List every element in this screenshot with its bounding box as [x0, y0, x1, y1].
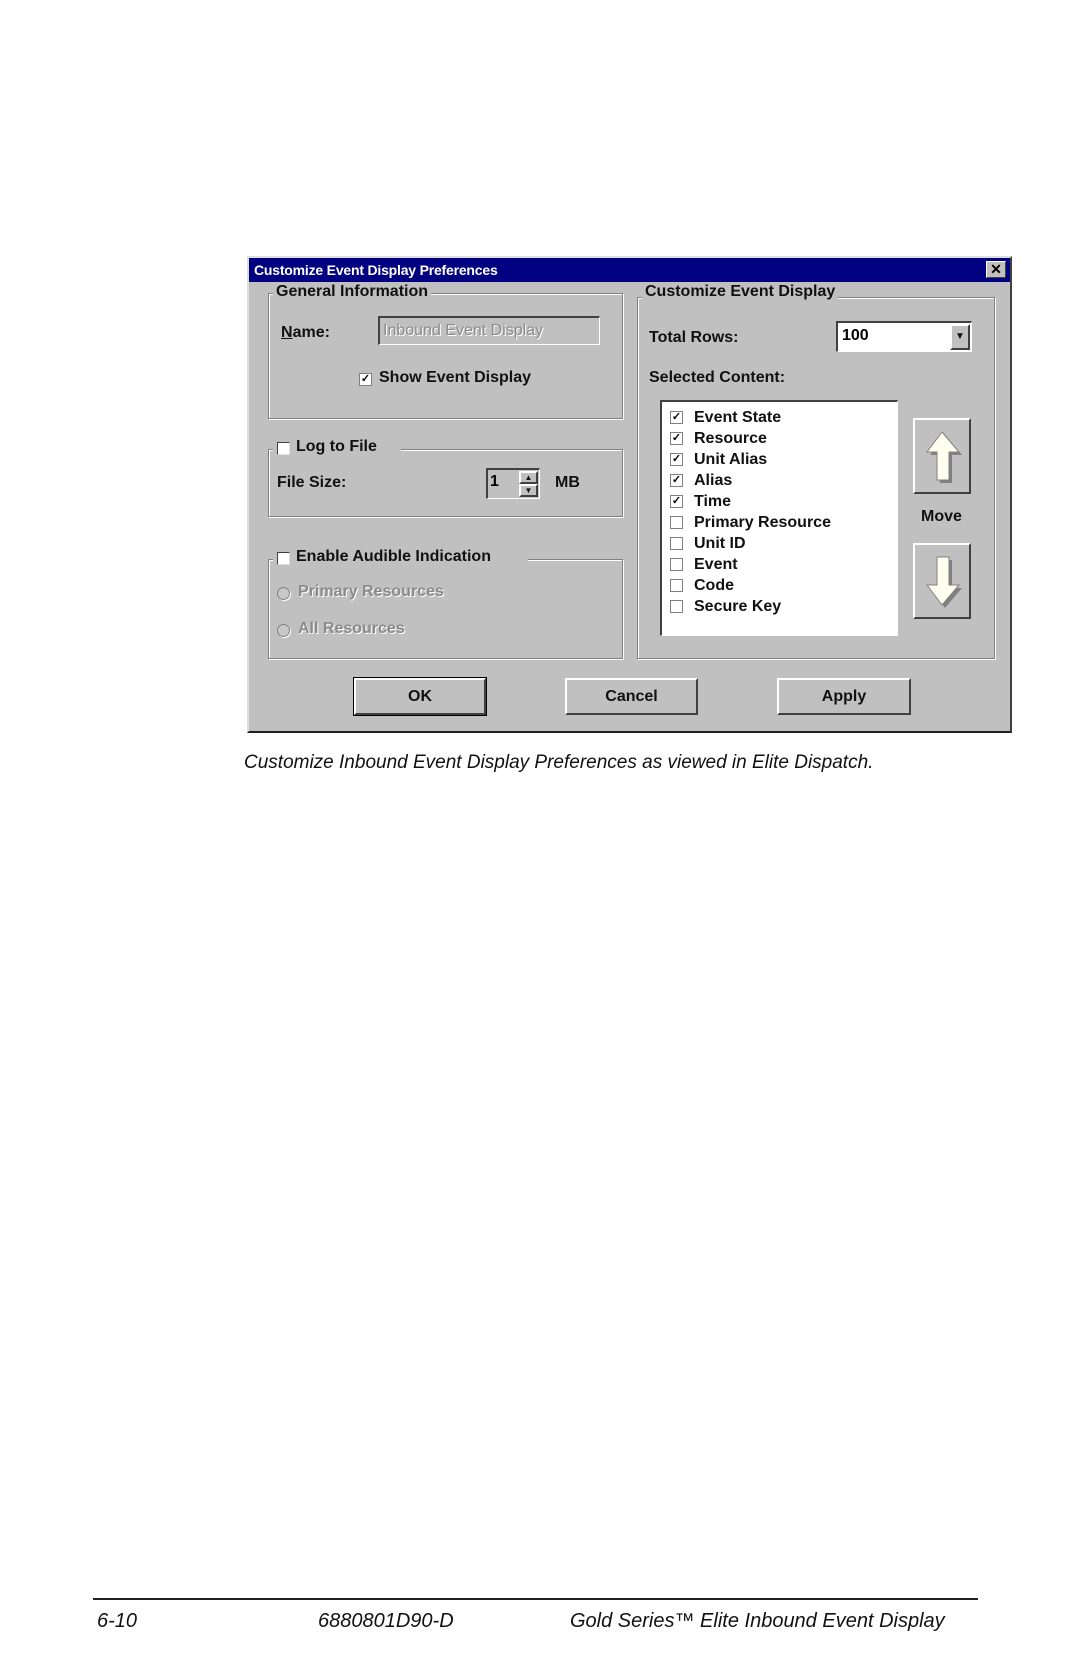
- show-event-display-label: Show Event Display: [379, 369, 532, 386]
- file-size-spinner[interactable]: 1 ▲ ▼: [486, 468, 540, 499]
- selected-content-list[interactable]: ✓ Event State ✓ Resource ✓ Unit Alias ✓ Alias ✓ T…: [660, 400, 898, 636]
- list-item-label: Resource: [694, 430, 767, 447]
- spinner-up-button[interactable]: ▲: [519, 471, 538, 484]
- name-input-value: Inbound Event Display: [383, 322, 544, 339]
- list-item-checkbox[interactable]: ✓: [670, 411, 683, 424]
- log-to-file-label: Log to File: [296, 438, 377, 455]
- arrow-down-icon: [926, 556, 962, 608]
- customize-event-display-legend: Customize Event Display: [642, 283, 839, 301]
- chevron-down-icon: ▼: [955, 331, 965, 342]
- file-size-value: 1: [490, 473, 499, 490]
- apply-button[interactable]: Apply: [777, 678, 911, 715]
- list-item-checkbox[interactable]: ✓: [670, 495, 683, 508]
- name-label: Name:: [281, 324, 330, 341]
- move-up-button[interactable]: [913, 418, 971, 494]
- audible-indication-group: [268, 559, 623, 659]
- close-icon: ✕: [990, 261, 1002, 277]
- list-item-label: Code: [694, 577, 734, 594]
- list-item-label: Event: [694, 556, 738, 573]
- list-item-label: Unit Alias: [694, 451, 768, 468]
- figure-caption: Customize Inbound Event Display Preferen…: [244, 752, 874, 773]
- name-label-rest: ame:: [292, 324, 330, 341]
- enable-audible-indication-label: Enable Audible Indication: [296, 548, 491, 565]
- footer-page-number: 6-10: [97, 1610, 138, 1632]
- primary-resources-label: Primary Resources: [298, 583, 444, 600]
- total-rows-label: Total Rows:: [649, 329, 739, 346]
- move-label: Move: [921, 508, 962, 525]
- footer-doc-number: 6880801D90-D: [318, 1610, 454, 1632]
- list-item-checkbox[interactable]: ✓: [670, 432, 683, 445]
- all-resources-label: All Resources: [298, 620, 405, 637]
- list-item-checkbox[interactable]: ✓: [670, 474, 683, 487]
- list-item-checkbox[interactable]: [670, 600, 683, 613]
- name-input[interactable]: Inbound Event Display: [378, 316, 600, 345]
- title-bar: Customize Event Display Preferences ✕: [249, 258, 1010, 282]
- list-item-checkbox[interactable]: [670, 537, 683, 550]
- ok-button[interactable]: OK: [353, 677, 487, 716]
- show-event-display-checkbox[interactable]: ✓: [359, 373, 372, 386]
- file-size-unit: MB: [555, 474, 580, 491]
- move-down-button[interactable]: [913, 543, 971, 619]
- dialog-title: Customize Event Display Preferences: [254, 262, 498, 278]
- cancel-button[interactable]: Cancel: [565, 678, 698, 715]
- list-item-label: Primary Resource: [694, 514, 831, 531]
- general-information-legend: General Information: [273, 283, 432, 301]
- list-item-checkbox[interactable]: [670, 558, 683, 571]
- list-item-label: Event State: [694, 409, 782, 426]
- spinner-down-button[interactable]: ▼: [519, 484, 538, 497]
- file-size-label: File Size:: [277, 474, 347, 491]
- total-rows-value: 100: [842, 327, 869, 344]
- selected-content-label: Selected Content:: [649, 369, 786, 386]
- total-rows-select[interactable]: 100 ▼: [836, 321, 972, 352]
- footer-divider: [93, 1598, 978, 1600]
- all-resources-radio[interactable]: [277, 624, 290, 637]
- list-item-checkbox[interactable]: [670, 516, 683, 529]
- log-to-file-checkbox[interactable]: [277, 442, 290, 455]
- primary-resources-radio[interactable]: [277, 587, 290, 600]
- close-button[interactable]: ✕: [986, 261, 1006, 278]
- footer-doc-title: Gold Series™ Elite Inbound Event Display: [570, 1610, 945, 1632]
- list-item-label: Secure Key: [694, 598, 782, 615]
- list-item-label: Time: [694, 493, 732, 510]
- list-item-label: Unit ID: [694, 535, 746, 552]
- enable-audible-indication-checkbox[interactable]: [277, 552, 290, 565]
- total-rows-dropdown-button[interactable]: ▼: [950, 324, 970, 350]
- customize-event-display-preferences-dialog: Customize Event Display Preferences ✕ Ge…: [247, 256, 1012, 733]
- arrow-up-icon: [926, 431, 962, 483]
- list-item-checkbox[interactable]: ✓: [670, 453, 683, 466]
- general-information-group: [268, 293, 623, 419]
- list-item-label: Alias: [694, 472, 733, 489]
- list-item-checkbox[interactable]: [670, 579, 683, 592]
